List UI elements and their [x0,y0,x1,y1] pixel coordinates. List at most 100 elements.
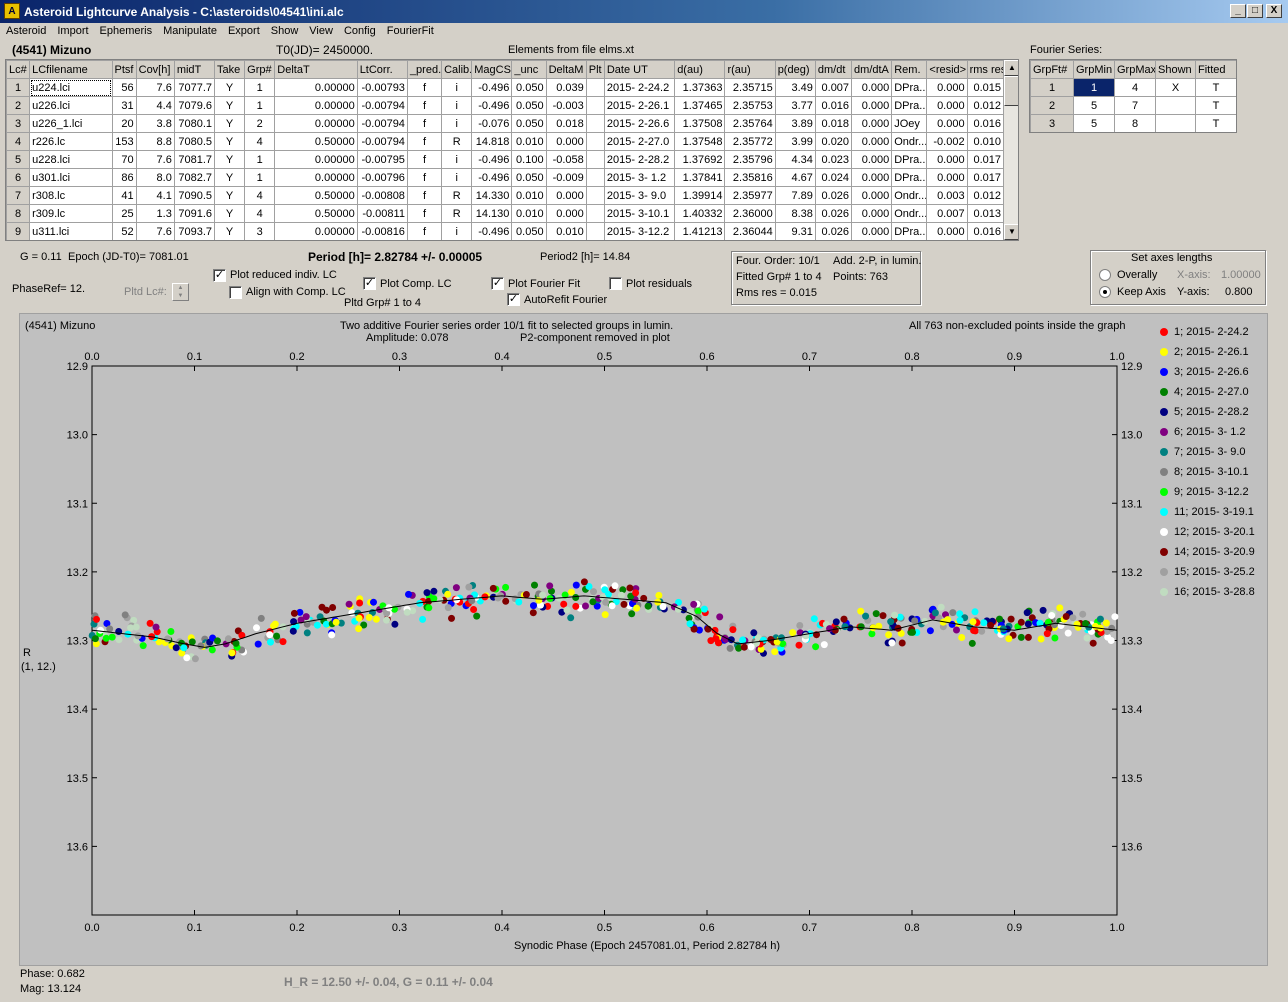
column-header[interactable]: Plt [585,60,605,79]
pltd-lc-spinner[interactable]: ▲ ▼ [172,283,189,301]
table-cell[interactable]: 2015- 3- 1.2 [603,168,676,187]
table-cell[interactable]: u228.lci [29,150,113,169]
fourier-cell[interactable]: 4 [1114,78,1156,97]
table-cell[interactable]: -0.076 [471,114,513,133]
menu-view[interactable]: View [303,23,338,37]
table-cell[interactable]: 0.017 [966,150,1005,169]
table-cell[interactable]: 0.039 [545,78,587,97]
table-cell[interactable]: 2015- 2-26.6 [603,114,676,133]
table-cell[interactable]: 0.016 [966,114,1005,133]
table-cell[interactable]: 0.017 [966,168,1005,187]
table-row[interactable]: 1 u224.lci 56 7.6 7077.7 Y 1 0.00000 -0.00793 f i -… [6,78,1005,97]
table-row[interactable]: 5 u228.lci 70 7.6 7081.7 Y 1 0.00000 -0.00795 f i -… [6,150,1005,169]
table-cell[interactable]: 0.00000 [274,96,358,115]
period-value[interactable]: Period [h]= 2.82784 +/- 0.00005 [308,250,482,264]
table-cell[interactable]: -0.496 [471,78,513,97]
table-cell[interactable]: i [441,222,473,240]
row-header[interactable]: 3 [6,114,31,133]
table-cell[interactable]: i [441,78,473,97]
fourier-cell[interactable] [1155,114,1196,132]
table-cell[interactable]: 4 [244,204,276,223]
table-cell[interactable]: 9.31 [774,222,816,240]
table-cell[interactable]: 86 [111,168,137,187]
plot-residuals-checkbox[interactable] [609,277,622,290]
table-cell[interactable]: 56 [111,78,137,97]
table-cell[interactable]: i [441,96,473,115]
lightcurve-chart[interactable]: 0.00.00.10.10.20.20.30.30.40.40.50.50.60… [20,314,1269,967]
table-scrollbar[interactable]: ▲ ▼ [1003,60,1018,240]
table-cell[interactable]: 0.000 [926,114,968,133]
table-cell[interactable]: 0.010 [511,132,547,151]
table-cell[interactable]: -0.00795 [356,150,408,169]
table-cell[interactable]: 0.013 [966,204,1005,223]
table-cell[interactable]: 1.41213 [674,222,726,240]
row-header[interactable]: 8 [6,204,31,223]
table-cell[interactable]: 7080.1 [173,114,216,133]
column-header[interactable]: rms res [966,60,1005,79]
table-cell[interactable]: Y [213,222,246,240]
table-cell[interactable]: -0.003 [545,96,587,115]
table-cell[interactable]: -0.00808 [356,186,408,205]
table-cell[interactable]: -0.00794 [356,132,408,151]
table-cell[interactable]: 0.012 [966,186,1005,205]
table-cell[interactable]: u226.lci [29,96,113,115]
table-cell[interactable]: -0.496 [471,222,513,240]
plot-reduced-checkbox[interactable]: ✓ [213,269,226,282]
table-cell[interactable]: Y [213,132,246,151]
column-header[interactable]: Lc# [6,60,31,79]
table-cell[interactable]: f [406,114,443,133]
table-cell[interactable]: 0.050 [511,222,547,240]
table-cell[interactable]: 4 [244,186,276,205]
maximize-button[interactable]: □ [1247,4,1263,18]
table-cell[interactable]: 0.00000 [274,78,358,97]
table-cell[interactable]: -0.00794 [356,96,408,115]
menu-fourierfit[interactable]: FourierFit [381,23,439,37]
table-cell[interactable]: 0.00000 [274,114,358,133]
table-cell[interactable]: 2.35715 [724,78,776,97]
table-cell[interactable]: 4 [244,132,276,151]
table-cell[interactable]: 0.000 [926,222,968,240]
table-cell[interactable]: 1.39914 [674,186,726,205]
table-cell[interactable]: 2.36000 [724,204,776,223]
table-row[interactable]: 6 u301.lci 86 8.0 7082.7 Y 1 0.00000 -0.00796 f i -… [6,168,1005,187]
column-header[interactable]: MagCS [471,60,513,79]
column-header[interactable]: dm/dt [814,60,853,79]
table-cell[interactable] [585,96,605,115]
fourier-cell[interactable]: 5 [1073,114,1115,132]
table-cell[interactable]: 2.35796 [724,150,776,169]
table-cell[interactable]: 2015- 3-12.2 [603,222,676,240]
table-cell[interactable]: -0.00793 [356,78,408,97]
table-cell[interactable]: -0.00816 [356,222,408,240]
table-cell[interactable] [585,186,605,205]
table-cell[interactable]: 2.35772 [724,132,776,151]
table-cell[interactable]: u224.lci [29,78,113,97]
table-row[interactable]: 9 u311.lci 52 7.6 7093.7 Y 3 0.00000 -0.00816 f i -… [6,222,1005,240]
fourier-cell[interactable]: 8 [1114,114,1156,132]
table-cell[interactable]: 0.016 [966,222,1005,240]
table-cell[interactable]: 7091.6 [173,204,216,223]
table-cell[interactable]: 0.010 [545,222,587,240]
align-comp-checkbox[interactable] [229,286,242,299]
table-cell[interactable]: 7077.7 [173,78,216,97]
table-cell[interactable]: 0.016 [814,96,853,115]
table-cell[interactable]: 0.012 [966,96,1005,115]
table-cell[interactable]: 2015- 2-27.0 [603,132,676,151]
fourier-row-header[interactable]: 2 [1030,96,1074,115]
column-header[interactable]: Take [213,60,246,79]
table-cell[interactable]: f [406,132,443,151]
scroll-down-icon[interactable]: ▼ [1004,224,1018,240]
table-cell[interactable]: 7.89 [774,186,816,205]
menu-config[interactable]: Config [338,23,381,37]
table-cell[interactable]: f [406,168,443,187]
table-cell[interactable]: 7079.6 [173,96,216,115]
table-cell[interactable]: 0.000 [851,204,893,223]
column-header[interactable]: Rem. [891,60,928,79]
table-cell[interactable]: 0.000 [545,132,587,151]
table-cell[interactable]: 7082.7 [173,168,216,187]
table-cell[interactable] [585,150,605,169]
table-cell[interactable]: 0.000 [851,114,893,133]
menu-show[interactable]: Show [265,23,304,37]
table-cell[interactable]: 2.35977 [724,186,776,205]
fourier-column-header[interactable]: GrpFt# [1030,60,1074,79]
table-cell[interactable]: 0.007 [926,204,968,223]
